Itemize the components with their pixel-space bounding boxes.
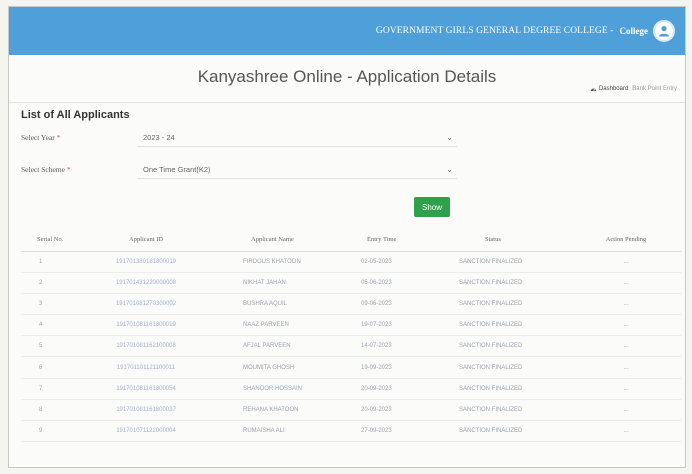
table-header-row: Serial No. Applicant ID Applicant Name E… [21, 229, 681, 252]
cell-serial: 9 [21, 420, 71, 443]
column-header-entry-time[interactable]: Entry Time [361, 229, 431, 252]
cell-serial: 8 [21, 399, 71, 422]
cell-applicant-name: REHANA KHATOON [221, 399, 361, 422]
cell-applicant-id[interactable]: 191701081161800019 [71, 314, 221, 337]
cell-entry-time: 27-09-2023 [361, 420, 431, 443]
breadcrumb-dashboard-link[interactable]: Dashboard [590, 85, 628, 92]
cell-action-pending: ... [571, 420, 681, 443]
app-window: GOVERNMENT GIRLS GENERAL DEGREE COLLEGE … [8, 6, 686, 468]
cell-applicant-id[interactable]: 191701081270300002 [71, 293, 221, 316]
scheme-filter-row: Select Scheme * One Time Grant(K2) ⌄ [9, 159, 685, 181]
table-row[interactable]: 3 191701081270300002 BUSHRA AQUIL 09-06-… [21, 293, 681, 316]
cell-applicant-id[interactable]: 191701431220000008 [71, 272, 221, 294]
cell-status: SANCTION FINALIZED [431, 356, 571, 379]
cell-applicant-name: FIRDOUS KHATOON [221, 251, 361, 273]
cell-applicant-id[interactable]: 191701081162100008 [71, 335, 221, 358]
cell-entry-time: 20-09-2023 [361, 399, 431, 422]
college-name: GOVERNMENT GIRLS GENERAL DEGREE COLLEGE … [375, 26, 614, 36]
table-row[interactable]: 5 191701081162100008 AFJAL PARVEEN 14-07… [21, 335, 681, 358]
cell-action-pending: ... [571, 272, 681, 294]
cell-action-pending: ... [571, 378, 681, 400]
year-label: Select Year * [21, 133, 61, 142]
top-header-bar: GOVERNMENT GIRLS GENERAL DEGREE COLLEGE … [9, 7, 685, 55]
chevron-down-icon: ⌄ [446, 165, 453, 174]
user-avatar-icon[interactable] [653, 20, 675, 42]
cell-applicant-id[interactable]: 191701081161800037 [71, 399, 221, 422]
cell-applicant-name: NIKHAT JAHAN [221, 272, 361, 294]
page-title: Kanyashree Online - Application Details [197, 67, 497, 86]
cell-serial: 1 [21, 251, 71, 273]
cell-applicant-name: SHANOOR HOSSAIN [221, 378, 361, 400]
cell-action-pending: ... [571, 293, 681, 316]
table-row[interactable]: 6 191701101121100011 MOUMITA GHOSH 19-09… [21, 356, 681, 379]
table-row[interactable]: 2 191701431220000008 NIKHAT JAHAN 05-06-… [21, 272, 681, 294]
section-title: List of All Applicants [21, 109, 130, 121]
cell-serial: 3 [21, 293, 71, 316]
cell-serial: 5 [21, 335, 71, 358]
cell-status: SANCTION FINALIZED [431, 272, 571, 294]
cell-entry-time: 20-09-2023 [361, 378, 431, 400]
cell-action-pending: ... [571, 251, 681, 273]
cell-applicant-name: NAAZ PARVEEN [221, 314, 361, 337]
cell-applicant-id[interactable]: 191701081161800054 [71, 378, 221, 400]
cell-status: SANCTION FINALIZED [431, 399, 571, 422]
cell-status: SANCTION FINALIZED [431, 335, 571, 358]
cell-entry-time: 14-07-2023 [361, 335, 431, 358]
show-button[interactable]: Show [414, 197, 450, 217]
column-header-applicant-name[interactable]: Applicant Name [221, 229, 361, 252]
cell-serial: 7 [21, 378, 71, 400]
cell-action-pending: ... [571, 399, 681, 422]
cell-entry-time: 19-09-2023 [361, 356, 431, 379]
cell-action-pending: ... [571, 314, 681, 337]
cell-entry-time: 02-05-2023 [361, 251, 431, 273]
scheme-select-value: One Time Grant(K2) [143, 165, 211, 174]
cell-entry-time: 19-07-2023 [361, 314, 431, 337]
column-header-serial[interactable]: Serial No. [21, 229, 71, 252]
cell-action-pending: ... [571, 335, 681, 358]
cell-serial: 6 [21, 356, 71, 379]
column-header-status[interactable]: Status [431, 229, 571, 252]
scheme-select[interactable]: One Time Grant(K2) ⌄ [137, 161, 457, 179]
breadcrumb-current: Bank Point Entry [632, 85, 677, 92]
cell-applicant-id[interactable]: 191701380181800019 [71, 251, 221, 273]
cell-applicant-name: MOUMITA GHOSH [221, 356, 361, 379]
cell-applicant-id[interactable]: 191701101121100011 [71, 356, 221, 379]
cell-applicant-id[interactable]: 191701071122000004 [71, 420, 221, 443]
dashboard-icon [590, 88, 597, 92]
cell-status: SANCTION FINALIZED [431, 420, 571, 443]
cell-status: SANCTION FINALIZED [431, 378, 571, 400]
cell-applicant-name: BUSHRA AQUIL [221, 293, 361, 316]
cell-serial: 2 [21, 272, 71, 294]
year-filter-row: Select Year * 2023 - 24 ⌄ [9, 127, 685, 149]
table-row[interactable]: 8 191701081161800037 REHANA KHATOON 20-0… [21, 399, 681, 422]
cell-serial: 4 [21, 314, 71, 337]
table-row[interactable]: 1 191701380181800019 FIRDOUS KHATOON 02-… [21, 251, 681, 273]
user-role[interactable]: College [620, 26, 649, 36]
applicants-table: Serial No. Applicant ID Applicant Name E… [21, 229, 681, 443]
year-select[interactable]: 2023 - 24 ⌄ [137, 129, 457, 147]
cell-applicant-name: RUMAISHA ALI [221, 420, 361, 443]
table-row[interactable]: 9 191701071122000004 RUMAISHA ALI 27-09-… [21, 420, 681, 443]
column-header-applicant-id[interactable]: Applicant ID [71, 229, 221, 252]
cell-entry-time: 09-06-2023 [361, 293, 431, 316]
year-select-value: 2023 - 24 [143, 133, 175, 142]
cell-status: SANCTION FINALIZED [431, 293, 571, 316]
breadcrumb: Dashboard Bank Point Entry [590, 85, 677, 92]
title-bar: Kanyashree Online - Application Details … [9, 55, 685, 103]
cell-applicant-name: AFJAL PARVEEN [221, 335, 361, 358]
cell-status: SANCTION FINALIZED [431, 251, 571, 273]
table-row[interactable]: 4 191701081161800019 NAAZ PARVEEN 19-07-… [21, 314, 681, 337]
column-header-action-pending[interactable]: Action Pending [571, 229, 681, 252]
chevron-down-icon: ⌄ [446, 133, 453, 142]
cell-status: SANCTION FINALIZED [431, 314, 571, 337]
cell-action-pending: ... [571, 356, 681, 379]
scheme-label: Select Scheme * [21, 165, 71, 174]
table-row[interactable]: 7 191701081161800054 SHANOOR HOSSAIN 20-… [21, 378, 681, 400]
cell-entry-time: 05-06-2023 [361, 272, 431, 294]
